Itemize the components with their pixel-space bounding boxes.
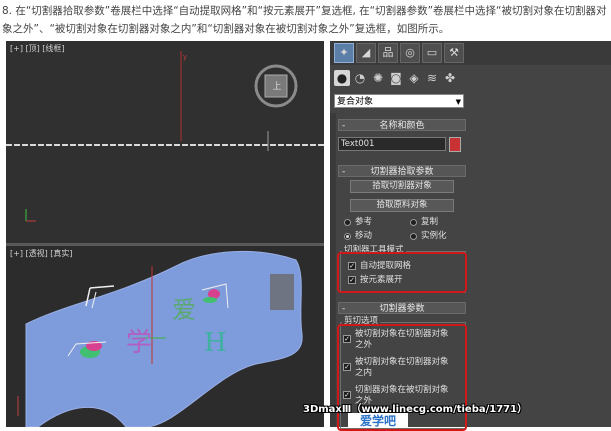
cameras-icon[interactable]: ◙ [388,70,404,86]
hierarchy-tab-icon[interactable]: 品 [378,43,398,63]
persp-text-xue: 学 [126,328,153,358]
object-name-field[interactable]: Text001 [338,137,446,151]
object-color-swatch[interactable] [449,137,461,152]
pick-params-title: 切割器拾取参数 [370,167,434,177]
persp-text-ai: 爱 [172,296,196,324]
collapse-icon: - [342,121,346,131]
pick-original-object-button[interactable]: 拾取原料对象 [350,199,454,212]
instance-radio[interactable] [410,233,417,240]
panel-scrollbar[interactable] [330,113,336,427]
site-logo: 爱学吧 [348,413,408,427]
highlight-box-pick [337,252,467,293]
pick-cutter-object-button[interactable]: 拾取切割器对象 [350,180,454,193]
object-name-value: Text001 [341,139,375,149]
reference-label: 参考 [355,217,373,227]
viewcube-top-face[interactable]: 上 [271,79,283,93]
top-viewport[interactable]: [+] [顶] [线框] 上 y [6,41,324,243]
shapes-icon[interactable]: ◔ [352,70,368,86]
axis-y-label: y [183,53,188,61]
spacewarps-icon[interactable]: ≋ [424,70,440,86]
modify-tab-icon[interactable]: ◢ [356,43,376,63]
create-tab-icon[interactable]: ✦ [334,43,354,63]
move-radio[interactable] [344,233,351,240]
reference-radio[interactable] [344,219,351,226]
top-viewport-canvas [6,51,324,222]
persp-text-h: H [204,328,227,358]
move-label: 移动 [355,231,373,241]
collapse-icon: - [342,304,346,314]
perspective-viewport[interactable]: [+] [透视] [真实] 爱 学 H [6,246,324,427]
geometry-icon[interactable]: ● [334,70,350,86]
pick-params-rollout-header[interactable]: - 切割器拾取参数 [338,165,466,177]
command-panel-tabs: ✦ ◢ 品 ◎ ▭ ⚒ [330,41,611,65]
copy-label: 复制 [421,217,439,227]
cutter-params-title: 切割器参数 [379,304,425,314]
cutter-params-rollout-header[interactable]: - 切割器参数 [338,302,466,314]
collapse-icon: - [342,167,346,177]
object-category-value: 复合对象 [337,97,374,107]
command-panel: ✦ ◢ 品 ◎ ▭ ⚒ ● ◔ ✺ ◙ ◈ ≋ ✤ 复合对象 ▼ - 名称和颜色… [330,41,611,431]
instruction-text: 8. 在“切割器拾取参数”卷展栏中选择“自动提取网格”和“按元素展开”复选框, … [2,5,607,35]
systems-icon[interactable]: ✤ [442,70,458,86]
chevron-down-icon: ▼ [455,98,461,106]
object-category-dropdown[interactable]: 复合对象 ▼ [334,94,464,108]
name-color-rollout-header[interactable]: - 名称和颜色 [338,119,466,131]
watermark-text: 3DmaxⅢ（www.linecg.com/tieba/1771） [303,404,528,415]
utilities-tab-icon[interactable]: ⚒ [444,43,464,63]
subcategory-bar: ● ◔ ✺ ◙ ◈ ≋ ✤ [330,68,611,90]
perspective-canvas [17,250,303,427]
name-color-title: 名称和颜色 [379,121,425,131]
instance-label: 实例化 [421,231,447,241]
motion-tab-icon[interactable]: ◎ [400,43,420,63]
display-tab-icon[interactable]: ▭ [422,43,442,63]
helpers-icon[interactable]: ◈ [406,70,422,86]
lights-icon[interactable]: ✺ [370,70,386,86]
copy-radio[interactable] [410,219,417,226]
